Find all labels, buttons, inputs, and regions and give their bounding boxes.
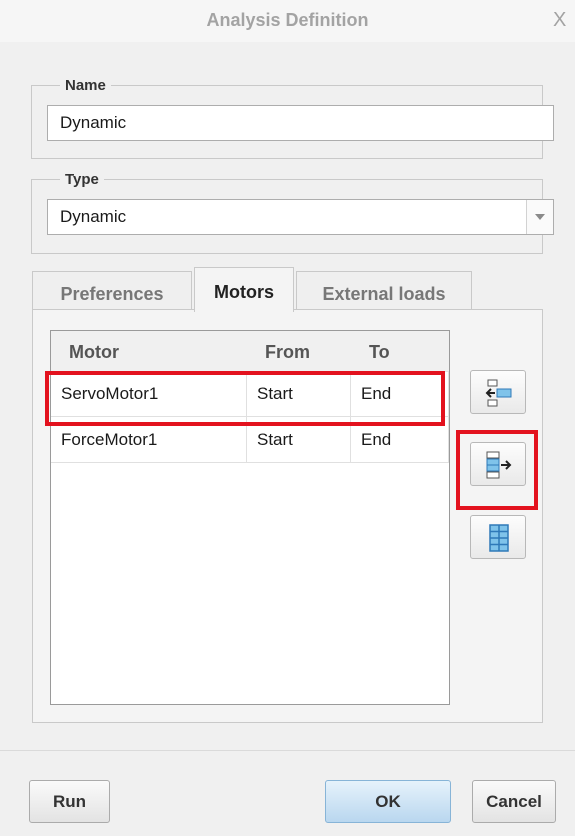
- type-select-value: Dynamic: [60, 207, 127, 226]
- column-header-motor[interactable]: Motor: [51, 331, 247, 371]
- name-input[interactable]: Dynamic: [47, 105, 554, 141]
- window-title: Analysis Definition: [206, 10, 369, 30]
- type-select[interactable]: Dynamic: [47, 199, 554, 235]
- select-all-motors-button[interactable]: [470, 515, 526, 559]
- close-icon[interactable]: X: [553, 9, 566, 32]
- column-header-to[interactable]: To: [351, 331, 449, 371]
- cancel-button[interactable]: Cancel: [472, 780, 556, 823]
- title-bar: Analysis Definition X: [0, 0, 575, 42]
- type-legend: Type: [65, 171, 99, 188]
- add-motor-icon: [485, 379, 512, 407]
- column-header-from[interactable]: From: [247, 331, 351, 371]
- row-highlight-box: [45, 371, 445, 426]
- ok-button[interactable]: OK: [325, 780, 451, 823]
- tab-motors[interactable]: Motors: [194, 267, 294, 312]
- chevron-down-icon[interactable]: [526, 200, 553, 234]
- table-header: Motor From To: [51, 331, 449, 372]
- tab-preferences[interactable]: Preferences: [32, 271, 192, 309]
- add-motor-button[interactable]: [470, 370, 526, 414]
- select-all-motors-icon: [489, 524, 509, 552]
- footer-divider: [0, 750, 575, 751]
- name-legend: Name: [65, 77, 106, 94]
- run-button[interactable]: Run: [29, 780, 110, 823]
- tab-external-loads[interactable]: External loads: [296, 271, 472, 309]
- button-highlight-box: [456, 430, 538, 510]
